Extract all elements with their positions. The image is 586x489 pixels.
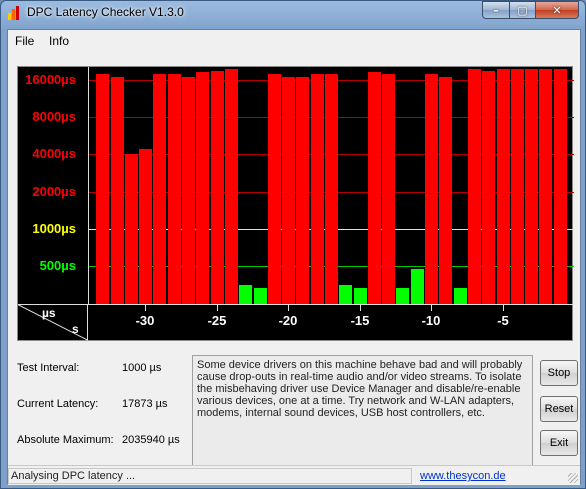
stop-button[interactable]: Stop (540, 360, 578, 386)
x-tick (360, 305, 361, 311)
y-tick-label: 2000µs (32, 184, 76, 199)
latency-bar (454, 288, 467, 304)
x-tick-label: -25 (207, 313, 227, 328)
latency-bar (182, 76, 195, 304)
latency-bar (211, 71, 224, 304)
status-bar: Analysing DPC latency ... www.thesycon.d… (8, 465, 580, 485)
x-tick (431, 305, 432, 311)
latency-bar (282, 76, 295, 304)
x-tick (217, 305, 218, 311)
latency-bar (225, 69, 238, 304)
current-latency-label: Current Latency: (17, 398, 99, 410)
corner-y-unit: µs (42, 306, 56, 320)
latency-bar (196, 72, 209, 304)
x-tick-label: -10 (421, 313, 441, 328)
latency-bar (325, 74, 338, 304)
website-link[interactable]: www.thesycon.de (420, 470, 506, 482)
diagnostic-message: Some device drivers on this machine beha… (192, 355, 533, 479)
latency-bar (125, 154, 138, 304)
menu-bar: File Info (8, 30, 580, 52)
latency-bar (354, 288, 367, 304)
app-bars-icon (7, 5, 23, 21)
test-interval-value: 1000 µs (122, 362, 162, 374)
x-tick (145, 305, 146, 311)
test-interval-label: Test Interval: (17, 362, 80, 374)
absolute-maximum-value: 2035940 µs (122, 434, 180, 446)
plot-area (88, 67, 574, 304)
maximize-button[interactable]: ▢ (509, 1, 535, 19)
latency-bar (153, 74, 166, 304)
latency-bar (468, 69, 481, 304)
absolute-maximum-label: Absolute Maximum: (17, 434, 114, 446)
minimize-icon: – (493, 3, 499, 17)
reset-button[interactable]: Reset (540, 396, 578, 422)
title-bar[interactable]: DPC Latency Checker V1.3.0 – ▢ ✕ (1, 1, 585, 25)
current-latency-value: 17873 µs (122, 398, 168, 410)
latency-bar (382, 74, 395, 304)
y-tick-label: 1000µs (32, 221, 76, 236)
latency-bar (339, 285, 352, 304)
corner-x-unit: s (72, 322, 79, 336)
close-button[interactable]: ✕ (535, 1, 579, 19)
x-tick-label: -30 (135, 313, 155, 328)
latency-bar (511, 69, 524, 304)
y-tick-label: 16000µs (25, 72, 76, 87)
latency-bar (497, 69, 510, 304)
latency-bar (168, 74, 181, 304)
latency-bar (368, 72, 381, 304)
latency-bar (96, 74, 109, 304)
status-text: Analysing DPC latency ... (8, 468, 412, 484)
resize-grip-icon[interactable] (568, 473, 578, 483)
latency-bar (525, 69, 538, 304)
menu-file[interactable]: File (13, 34, 36, 48)
y-tick-label: 8000µs (32, 109, 76, 124)
caption-buttons: – ▢ ✕ (482, 1, 579, 19)
latency-bar (411, 269, 424, 304)
close-icon: ✕ (552, 3, 562, 17)
latency-bar (111, 76, 124, 304)
y-axis-labels: 16000µs 8000µs 4000µs 2000µs 1000µs 500µs (18, 67, 88, 304)
latency-bar (239, 285, 252, 304)
x-tick-label: -5 (497, 313, 509, 328)
latency-bar (539, 69, 552, 304)
x-axis: µs s -30 -25 -20 -15 -10 -5 (18, 304, 574, 342)
maximize-icon: ▢ (517, 3, 528, 17)
latency-bar (296, 76, 309, 304)
latency-bar (554, 69, 567, 304)
menu-info[interactable]: Info (47, 34, 71, 48)
y-tick-label: 500µs (39, 258, 76, 273)
x-tick-label: -20 (278, 313, 298, 328)
axis-corner: µs s (18, 305, 88, 342)
latency-bar (311, 74, 324, 304)
latency-bar (139, 149, 152, 304)
latency-graph: 16000µs 8000µs 4000µs 2000µs 1000µs 500µs µs … (17, 66, 574, 342)
exit-button[interactable]: Exit (540, 430, 578, 456)
latency-bar (254, 288, 267, 304)
x-tick-label: -15 (350, 313, 370, 328)
client-area: File Info 16000µs 8000µs 4000µs 2000µs 1000µ… (7, 29, 581, 485)
x-tick (503, 305, 504, 311)
x-tick (288, 305, 289, 311)
latency-bar (482, 71, 495, 304)
latency-bar (396, 288, 409, 304)
latency-bar (439, 76, 452, 304)
latency-bar (425, 74, 438, 304)
app-window: DPC Latency Checker V1.3.0 – ▢ ✕ File In… (0, 0, 586, 489)
latency-bar (268, 74, 281, 304)
y-tick-label: 4000µs (32, 146, 76, 161)
window-title: DPC Latency Checker V1.3.0 (27, 5, 184, 19)
minimize-button[interactable]: – (482, 1, 509, 19)
